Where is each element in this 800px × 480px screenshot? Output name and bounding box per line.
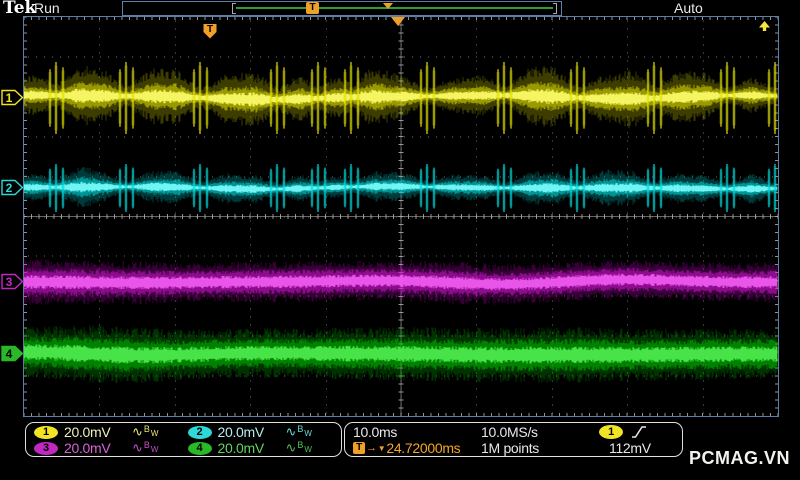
delay-triangle-icon: ▼ <box>377 443 386 453</box>
svg-text:1: 1 <box>6 91 13 105</box>
pcmag-watermark: PCMAG.VN <box>689 448 791 468</box>
channel-2-badge[interactable]: 2 <box>187 425 212 439</box>
oscilloscope-screen: Tek Run T Auto T 1 2 3 4 1 20.0mV ∿ B W … <box>0 0 800 480</box>
channel-3-scale: 20.0mV <box>64 440 111 456</box>
trigger-position-arrow-icon[interactable] <box>391 17 405 26</box>
trigger-mode-status[interactable]: Auto <box>674 0 703 16</box>
channel-4-position-marker[interactable]: 4 <box>1 345 24 362</box>
channel-4-readout[interactable]: 4 20.0mV ∿ B W <box>184 440 338 456</box>
record-length: 1M points <box>481 440 539 456</box>
ac-coupling-icon: ∿ <box>285 424 297 440</box>
bandwidth-limit-icon: B <box>143 424 150 434</box>
ac-coupling-icon: ∿ <box>132 424 143 440</box>
channel-3-position-marker[interactable]: 3 <box>1 273 24 290</box>
channel-3-badge[interactable]: 3 <box>34 441 58 455</box>
channel-1-readout[interactable]: 1 20.0mV ∿ B W <box>30 424 184 440</box>
trigger-delay-cell[interactable]: T → ▼ 24.72000ms <box>353 440 481 456</box>
trigger-source-badge[interactable]: 1 <box>599 425 623 439</box>
channel-1-coupling-icons: ∿ B W <box>132 424 159 440</box>
bandwidth-limit-icon: B <box>143 440 150 450</box>
channel-1-scale: 20.0mV <box>64 424 111 440</box>
bandwidth-limit-icon: B <box>297 440 304 450</box>
channel-4-coupling-icons: ∿ B W <box>285 440 312 456</box>
ac-coupling-icon: ∿ <box>132 440 143 456</box>
waveform-canvas <box>23 16 784 416</box>
bandwidth-limit-icon-sub: W <box>304 444 312 454</box>
record-trigger-marker-icon[interactable]: T <box>306 2 319 14</box>
bandwidth-limit-icon: B <box>297 424 304 434</box>
ac-coupling-icon: ∿ <box>285 440 297 456</box>
waveform-display-area[interactable]: T <box>23 16 784 417</box>
svg-text:2: 2 <box>6 181 13 195</box>
channel-2-readout[interactable]: 2 20.0mV ∿ B W <box>184 424 338 440</box>
channel-3-readout[interactable]: 3 20.0mV ∿ B W <box>30 440 184 456</box>
svg-text:3: 3 <box>6 275 13 289</box>
channel-readout-box[interactable]: 1 20.0mV ∿ B W 2 20.0mV ∿ B W 3 20.0mV ∿ B W 4… <box>25 422 342 457</box>
delay-trigger-icon: T <box>353 442 365 454</box>
trigger-level[interactable]: 112mV <box>599 440 680 456</box>
channel-2-coupling-icons: ∿ B W <box>285 424 312 440</box>
channel-2-position-marker[interactable]: 2 <box>1 179 24 196</box>
record-window-right-bracket <box>553 3 557 14</box>
channel-4-badge[interactable]: 4 <box>187 441 212 455</box>
trigger-source-cell[interactable]: 1 <box>599 425 680 439</box>
record-center-marker-icon <box>383 3 393 9</box>
channel-3-coupling-icons: ∿ B W <box>132 440 159 456</box>
horizontal-scale[interactable]: 10.0ms <box>353 424 481 440</box>
horizontal-trigger-readout-box[interactable]: 10.0ms 10.0MS/s 1 T → ▼ 24.72000ms 1M point… <box>344 422 683 457</box>
channel-1-badge[interactable]: 1 <box>34 425 58 439</box>
delay-arrow-icon: → <box>366 442 377 454</box>
svg-text:4: 4 <box>6 347 13 361</box>
sample-rate: 10.0MS/s <box>481 424 538 440</box>
trigger-level-clamped-arrow-icon[interactable] <box>758 18 771 36</box>
acquisition-status[interactable]: Run <box>34 0 60 16</box>
channel-2-scale: 20.0mV <box>217 424 265 440</box>
trigger-point-flag-icon[interactable]: T <box>202 23 218 40</box>
bandwidth-limit-icon-sub: W <box>150 444 159 454</box>
record-waveform-line <box>236 7 553 9</box>
bandwidth-limit-icon-sub: W <box>150 428 159 438</box>
rising-edge-slope-icon <box>632 426 646 438</box>
trigger-delay-value: 24.72000ms <box>386 440 461 456</box>
channel-1-position-marker[interactable]: 1 <box>1 89 24 106</box>
channel-4-scale: 20.0mV <box>217 440 265 456</box>
bandwidth-limit-icon-sub: W <box>304 428 312 438</box>
record-view-bar[interactable]: T <box>122 1 562 16</box>
